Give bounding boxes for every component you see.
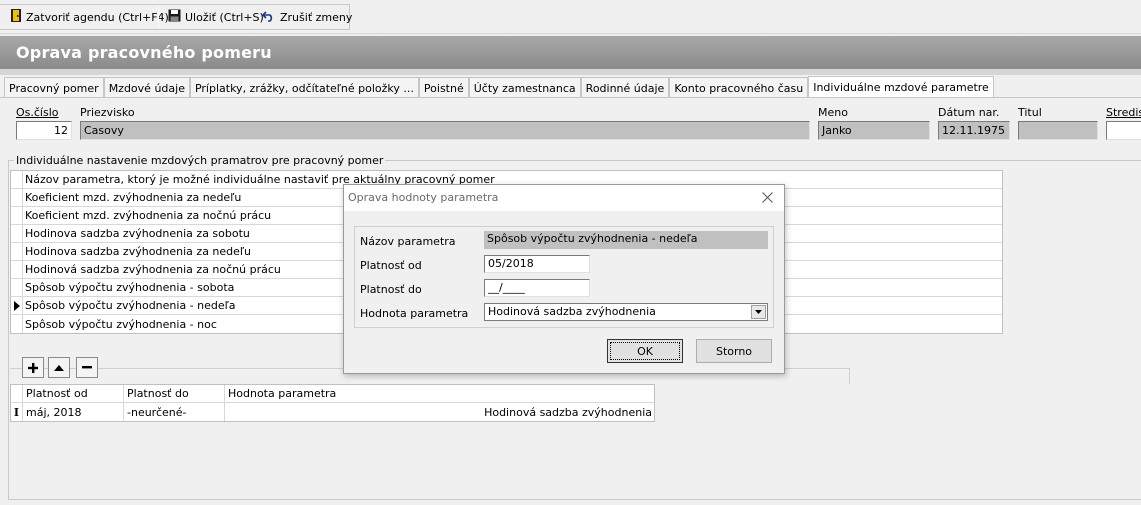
valid-from-label: Platnosť od xyxy=(360,259,422,272)
valid-to-input[interactable]: __/____ xyxy=(484,279,590,297)
tab-mzdove-udaje[interactable]: Mzdové údaje xyxy=(103,77,190,98)
column-header-from[interactable]: Platnosť od xyxy=(23,385,124,402)
row-indicator xyxy=(11,315,23,333)
row-indicator xyxy=(11,385,23,402)
edit-cursor-icon: I xyxy=(11,403,23,421)
close-agenda-button[interactable]: Zatvoriť agendu (Ctrl+F4) xyxy=(6,6,173,28)
values-grid: Platnosť od Platnosť do Hodnota parametr… xyxy=(10,384,655,422)
param-value-select[interactable]: Hodinová sadzba zvýhodnenia xyxy=(484,303,768,321)
stredisko-label: Stredisk xyxy=(1106,106,1141,119)
dialog-title: Oprava hodnoty parametra xyxy=(348,191,499,204)
tab-individualne-mzdove-parametre[interactable]: Individuálne mzdové parametre xyxy=(808,76,994,98)
param-name: Spôsob výpočtu zvýhodnenia - sobota xyxy=(25,281,235,294)
close-icon[interactable] xyxy=(758,188,776,206)
valid-from-input[interactable]: 05/2018 xyxy=(484,255,590,273)
page-title: Oprava pracovného pomeru xyxy=(16,43,272,62)
row-indicator xyxy=(11,243,23,260)
param-name: Spôsob výpočtu zvýhodnenia - nedeľa xyxy=(25,299,236,312)
meno-field: Janko xyxy=(818,121,930,140)
remove-row-button[interactable] xyxy=(76,357,98,378)
toolbar-separator xyxy=(158,7,159,27)
door-exit-icon xyxy=(10,8,22,26)
stredisko-field[interactable] xyxy=(1106,121,1141,140)
cancel-changes-button[interactable]: Zrušiť zmeny xyxy=(258,6,356,28)
param-name: Koeficient mzd. zvýhodnenia za nočnú prá… xyxy=(25,209,272,222)
cell-value: Hodinová sadzba zvýhodnenia xyxy=(484,405,652,419)
priezvisko-field: Casovy xyxy=(80,121,810,140)
toolbar: Zatvoriť agendu (Ctrl+F4) Uložiť (Ctrl+S… xyxy=(0,0,1141,34)
tab-pracovny-pomer[interactable]: Pracovný pomer xyxy=(4,77,104,98)
save-button[interactable]: Uložiť (Ctrl+S) xyxy=(164,6,268,28)
undo-icon xyxy=(261,10,276,25)
row-indicator xyxy=(11,261,23,278)
param-name: Hodinova sadzba zvýhodnenia za sobotu xyxy=(25,227,250,240)
tab-poistne[interactable]: Poistné xyxy=(418,77,469,98)
param-name-field: Spôsob výpočtu zvýhodnenia - nedeľa xyxy=(484,231,768,249)
param-name: Hodinová sadzba zvýhodnenia za nočnú prá… xyxy=(25,263,281,276)
cancel-changes-label: Zrušiť zmeny xyxy=(280,10,353,24)
param-value-selected: Hodinová sadzba zvýhodnenia xyxy=(488,305,656,318)
column-header-value[interactable]: Hodnota parametra xyxy=(225,385,654,402)
storno-button[interactable]: Storno xyxy=(696,339,772,363)
add-row-button[interactable] xyxy=(22,357,44,378)
close-agenda-label: Zatvoriť agendu (Ctrl+F4) xyxy=(26,10,169,24)
title-strip xyxy=(0,69,1141,75)
floppy-disk-icon xyxy=(168,9,181,25)
titul-label: Titul xyxy=(1018,106,1042,119)
param-name-label: Názov parametra xyxy=(360,235,456,248)
row-indicator xyxy=(11,279,23,296)
param-value-label: Hodnota parametra xyxy=(360,307,469,320)
dialog-body: Názov parametra Spôsob výpočtu zvýhodnen… xyxy=(344,211,784,373)
tab-bar: Pracovný pomer Mzdové údaje Príplatky, z… xyxy=(4,76,994,98)
edit-parameter-dialog: Oprava hodnoty parametra Názov parametra… xyxy=(343,184,785,374)
row-indicator xyxy=(11,207,23,224)
row-indicator xyxy=(11,297,23,314)
tab-divider xyxy=(0,97,1141,98)
param-name: Koeficient mzd. zvýhodnenia za nedeľu xyxy=(25,191,242,204)
triangle-up-icon xyxy=(54,364,64,371)
current-row-arrow-icon xyxy=(13,300,20,311)
row-indicator xyxy=(11,189,23,206)
param-name: Spôsob výpočtu zvýhodnenia - noc xyxy=(25,317,217,331)
cell-to: -neurčené- xyxy=(124,403,225,421)
values-grid-header: Platnosť od Platnosť do Hodnota parametr… xyxy=(11,385,654,403)
tab-priplatky[interactable]: Príplatky, zrážky, odčítateľné položky .… xyxy=(189,77,419,98)
param-name: Hodinova sadzba zvýhodnenia za nedeľu xyxy=(25,245,252,258)
minus-icon xyxy=(82,366,92,369)
tab-ucty-zamestnanca[interactable]: Účty zamestnanca xyxy=(468,77,581,98)
row-indicator xyxy=(11,171,23,188)
plus-icon xyxy=(28,362,38,373)
row-indicator xyxy=(11,225,23,242)
meno-label: Meno xyxy=(818,106,848,119)
os-cislo-label: Os.číslo xyxy=(16,106,59,119)
valid-to-label: Platnosť do xyxy=(360,283,422,296)
params-group-title: Individuálne nastavenie mzdových pramatr… xyxy=(14,154,386,167)
ok-button[interactable]: OK xyxy=(607,339,683,363)
titul-field xyxy=(1018,121,1098,140)
datum-label: Dátum nar. xyxy=(938,106,1000,119)
os-cislo-field[interactable]: 12 xyxy=(16,121,72,140)
tab-rodinne-udaje[interactable]: Rodinné údaje xyxy=(580,77,670,98)
column-header-to[interactable]: Platnosť do xyxy=(124,385,225,402)
title-bar: Oprava pracovného pomeru xyxy=(0,36,1141,69)
save-label: Uložiť (Ctrl+S) xyxy=(185,10,264,24)
priezvisko-label: Priezvisko xyxy=(80,106,135,119)
table-row[interactable]: I máj, 2018 -neurčené- Hodinová sadzba z… xyxy=(11,403,654,421)
chevron-down-icon[interactable] xyxy=(751,305,766,319)
move-up-button[interactable] xyxy=(48,357,70,378)
tab-konto-pracovneho-casu[interactable]: Konto pracovného času xyxy=(669,77,809,98)
datum-field: 12.11.1975 xyxy=(938,121,1010,140)
cell-from: máj, 2018 xyxy=(23,403,124,421)
